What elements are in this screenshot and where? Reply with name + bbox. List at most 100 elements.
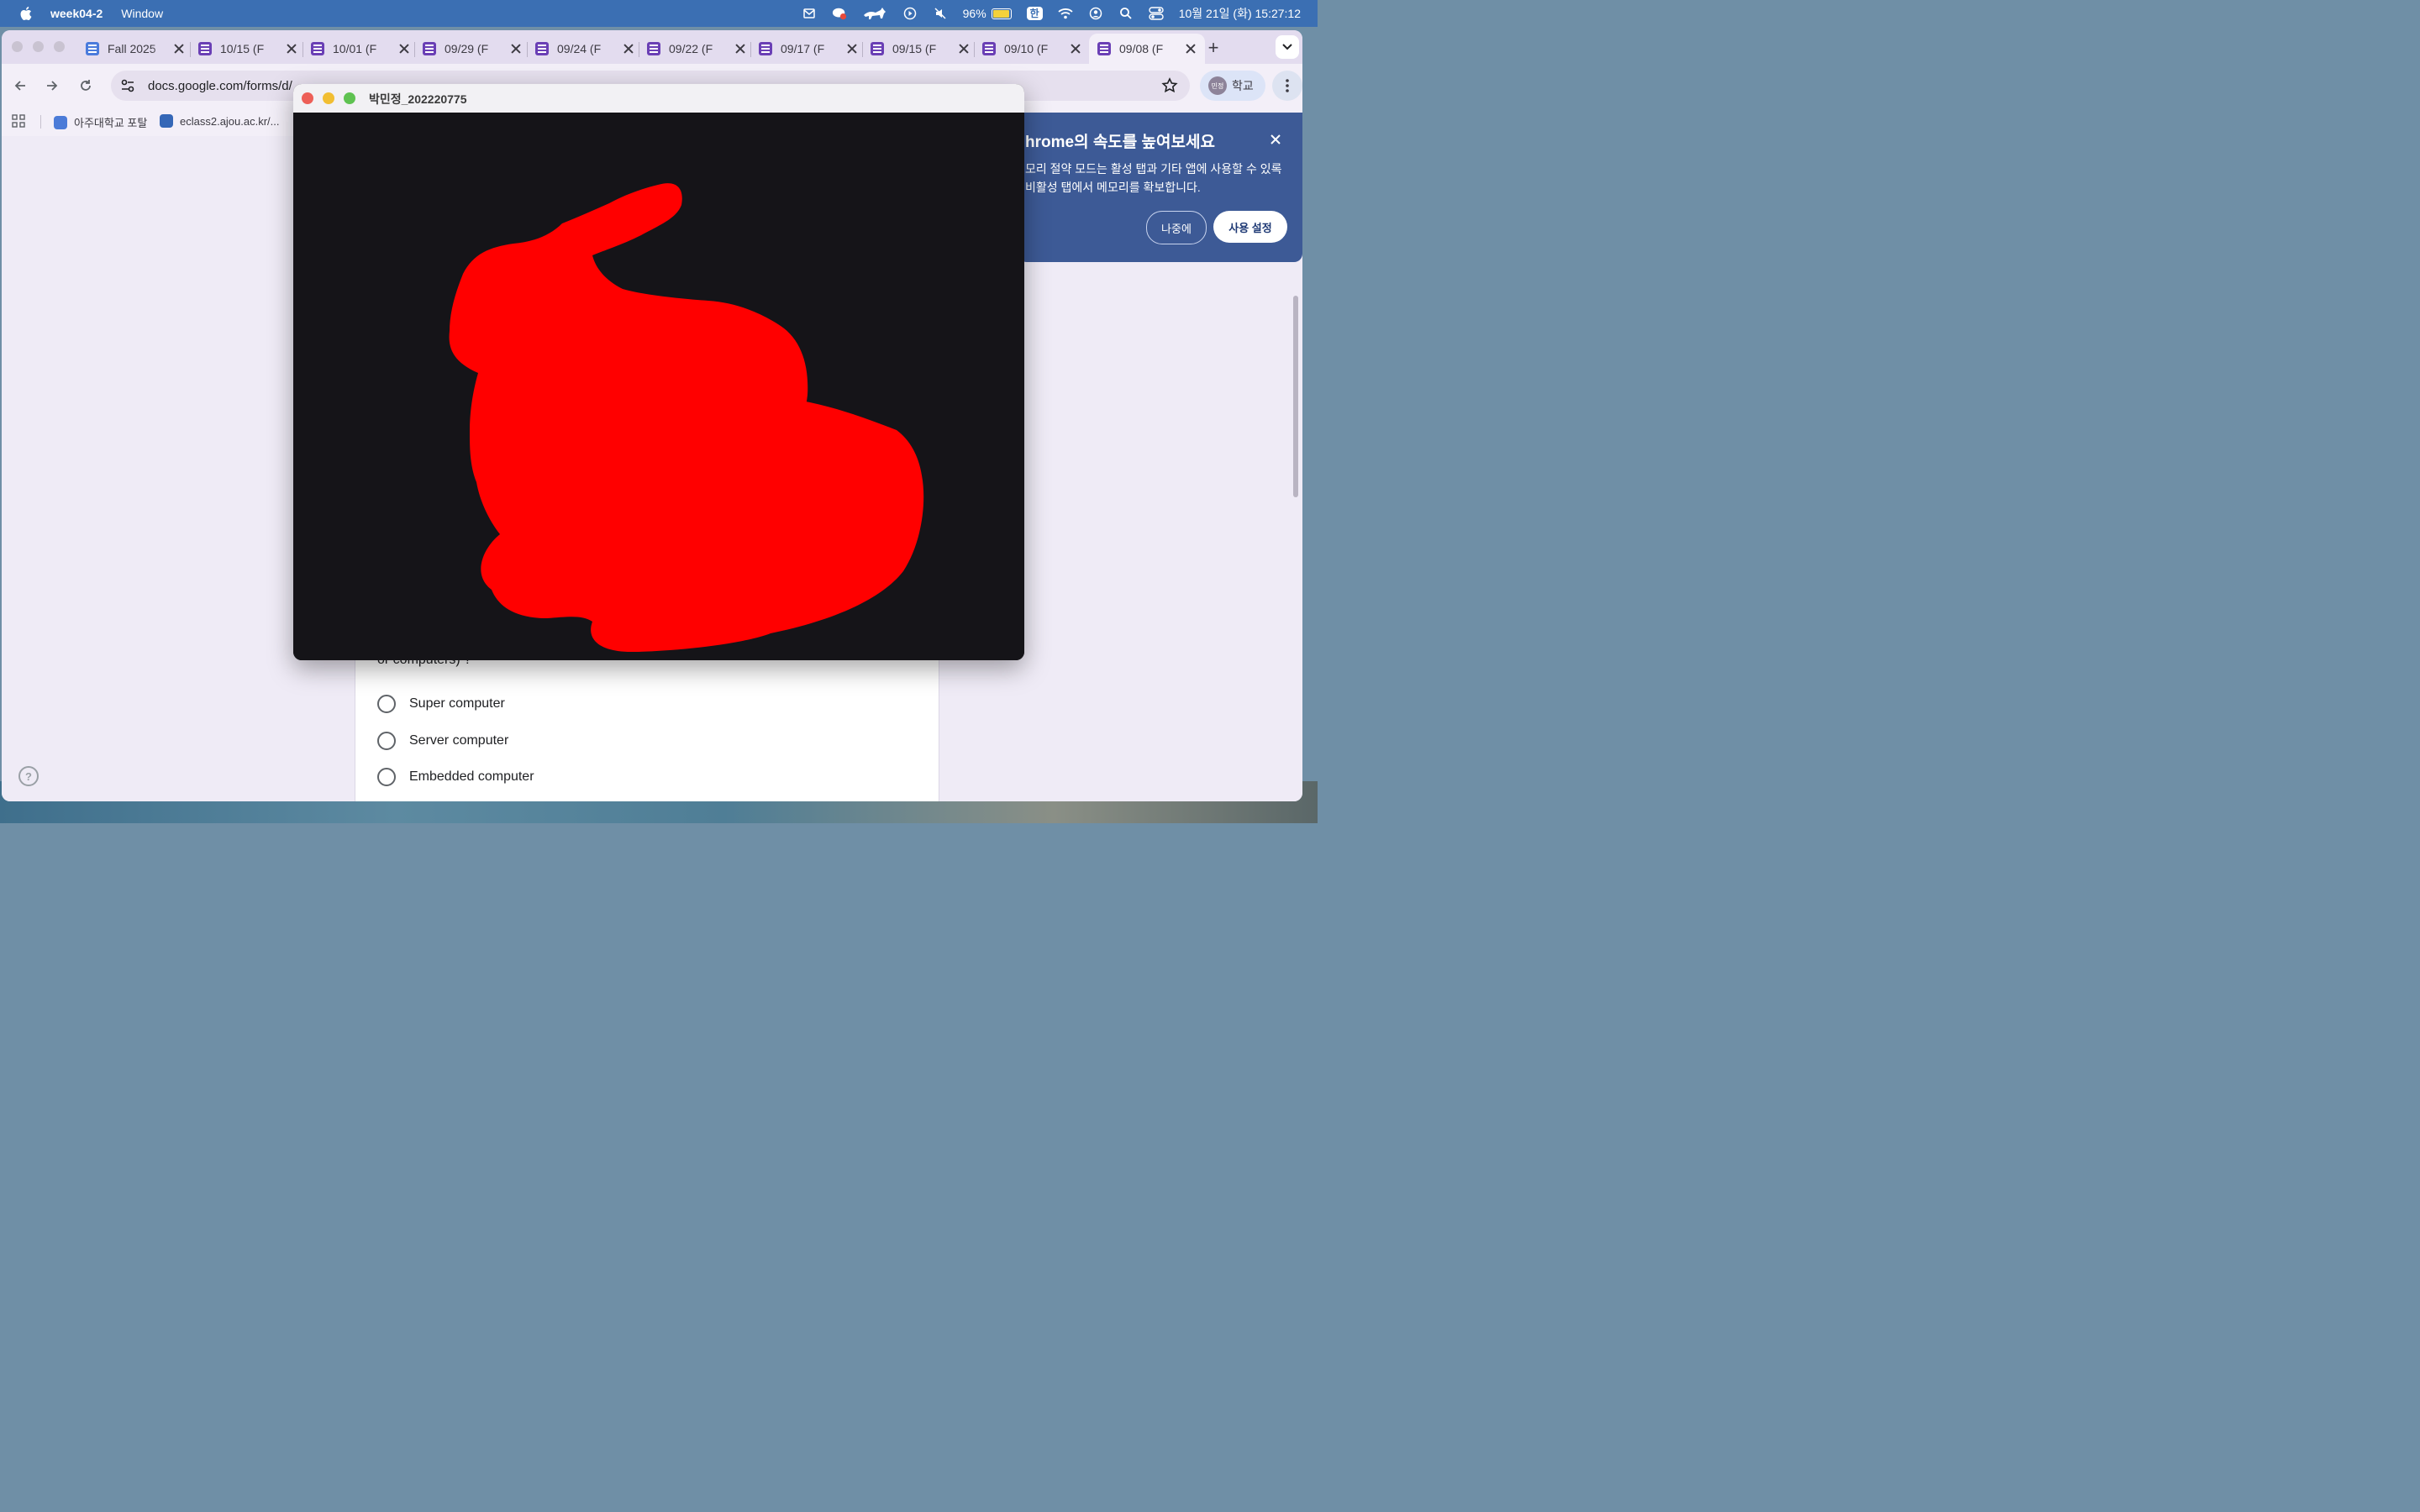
browser-tab[interactable]: 09/29 (F xyxy=(423,34,522,64)
browser-tab[interactable]: Fall 2025 xyxy=(86,34,185,64)
browser-tab[interactable]: 09/08 (F xyxy=(1089,34,1205,64)
stanford-bunny-shape xyxy=(449,183,924,653)
window-close-button[interactable] xyxy=(12,41,23,52)
tab-separator xyxy=(302,42,303,57)
window-zoom-button[interactable] xyxy=(54,41,65,52)
back-button[interactable] xyxy=(10,76,30,96)
new-tab-button[interactable]: + xyxy=(1203,37,1223,59)
tab-title: 09/08 (F xyxy=(1119,42,1164,55)
tab-title: 09/24 (F xyxy=(557,42,602,55)
tab-title: 09/17 (F xyxy=(781,42,825,55)
bookmark-star-icon[interactable] xyxy=(1161,77,1178,94)
render-window: 박민정_202220775 xyxy=(293,84,1024,660)
option-super-computer[interactable]: Super computer xyxy=(377,695,505,713)
forward-button[interactable] xyxy=(42,76,62,96)
tab-separator xyxy=(862,42,863,57)
enable-button[interactable]: 사용 설정 xyxy=(1213,211,1287,243)
ajou-icon xyxy=(54,115,67,129)
arrow-right-icon xyxy=(47,81,58,91)
tab-title: 09/10 (F xyxy=(1004,42,1049,55)
render-close-button[interactable] xyxy=(302,92,313,104)
status-area: 96% 한 10월 21일 (화) 15:27:12 xyxy=(802,0,1301,27)
apple-icon[interactable] xyxy=(18,6,32,21)
site-info-icon[interactable] xyxy=(119,77,136,94)
tab-close-icon[interactable] xyxy=(510,43,522,55)
promo-title: hrome의 속도를 높여보세요 xyxy=(1025,134,1215,151)
tab-title: 10/01 (F xyxy=(333,42,377,55)
profile-chip[interactable]: 민정 학교 xyxy=(1200,71,1265,101)
bookmark-label: eclass2.ajou.ac.kr/... xyxy=(180,114,280,128)
google-docs-icon xyxy=(86,42,99,55)
mail-icon[interactable] xyxy=(802,6,817,21)
browser-tab[interactable]: 10/15 (F xyxy=(198,34,297,64)
spotlight-search-icon[interactable] xyxy=(1118,6,1134,21)
tab-close-icon[interactable] xyxy=(286,43,297,55)
browser-tab[interactable]: 09/17 (F xyxy=(759,34,858,64)
chat-badge-icon[interactable] xyxy=(832,6,847,21)
reload-button[interactable] xyxy=(76,76,96,96)
tab-search-button[interactable] xyxy=(1276,35,1299,59)
tab-close-icon[interactable] xyxy=(1070,43,1081,55)
google-forms-icon xyxy=(1097,42,1111,55)
memory-saver-promo: hrome의 속도를 높여보세요 모리 절약 모드는 활성 탭과 기타 앱에 사… xyxy=(1018,113,1302,262)
window-menu[interactable]: Window xyxy=(121,7,163,20)
input-source-icon[interactable]: 한 xyxy=(1026,7,1043,20)
scrollbar-thumb[interactable] xyxy=(1293,296,1298,497)
tab-close-icon[interactable] xyxy=(958,43,970,55)
google-forms-icon xyxy=(647,42,660,55)
battery-fill xyxy=(992,9,1009,18)
close-icon[interactable] xyxy=(1269,133,1282,146)
radio-button[interactable] xyxy=(377,768,396,786)
url-text[interactable]: docs.google.com/forms/d/ xyxy=(148,79,292,93)
page-scrollbar[interactable] xyxy=(1291,296,1301,632)
menubar-clock[interactable]: 10월 21일 (화) 15:27:12 xyxy=(1179,5,1301,22)
tab-title: 09/22 (F xyxy=(669,42,713,55)
apps-grid-icon[interactable] xyxy=(12,114,25,128)
bookmark-label: 아주대학교 포탈 xyxy=(74,117,148,129)
render-zoom-button[interactable] xyxy=(344,92,355,104)
browser-tab[interactable]: 10/01 (F xyxy=(311,34,410,64)
browser-tab[interactable]: 09/15 (F xyxy=(871,34,970,64)
control-center-icon[interactable] xyxy=(1149,6,1164,21)
tab-title: 10/15 (F xyxy=(220,42,265,55)
cat-icon[interactable] xyxy=(862,6,887,21)
browser-tab[interactable]: 09/22 (F xyxy=(647,34,746,64)
profile-label: 학교 xyxy=(1232,79,1254,92)
tab-strip: Fall 2025 10/15 (F 10/01 (F 09/29 (F 09/24 (… xyxy=(2,30,1302,64)
battery-indicator[interactable]: 96% xyxy=(963,7,1012,20)
app-menu-name[interactable]: week04-2 xyxy=(50,7,103,20)
tab-close-icon[interactable] xyxy=(1185,43,1197,55)
mute-icon[interactable] xyxy=(933,6,948,21)
bookmark-ajou-portal[interactable]: 아주대학교 포탈 xyxy=(54,114,147,130)
tab-close-icon[interactable] xyxy=(846,43,858,55)
option-server-computer[interactable]: Server computer xyxy=(377,732,508,750)
tab-separator xyxy=(527,42,528,57)
tab-title: Fall 2025 xyxy=(108,42,156,55)
tab-separator xyxy=(750,42,751,57)
render-minimize-button[interactable] xyxy=(323,92,334,104)
chrome-menu-button[interactable] xyxy=(1272,71,1302,101)
user-circle-icon[interactable] xyxy=(1088,6,1103,21)
play-circle-icon[interactable] xyxy=(902,6,918,21)
promo-body: 모리 절약 모드는 활성 탭과 기타 앱에 사용할 수 있록 비활성 탭에서 메… xyxy=(1025,162,1282,194)
desktop: week04-2 Window 96% 한 10월 21일 (화) 15:27:… xyxy=(0,0,1318,823)
later-button[interactable]: 나중에 xyxy=(1146,211,1207,244)
arrow-left-icon xyxy=(14,81,25,91)
browser-tab[interactable]: 09/24 (F xyxy=(535,34,634,64)
browser-tab[interactable]: 09/10 (F xyxy=(982,34,1081,64)
render-window-titlebar[interactable]: 박민정_202220775 xyxy=(293,84,1024,113)
radio-button[interactable] xyxy=(377,732,396,750)
radio-button[interactable] xyxy=(377,695,396,713)
tab-close-icon[interactable] xyxy=(734,43,746,55)
help-icon[interactable]: ? xyxy=(18,766,39,786)
option-embedded-computer[interactable]: Embedded computer xyxy=(377,768,534,786)
google-forms-icon xyxy=(982,42,996,55)
wifi-icon[interactable] xyxy=(1058,6,1073,21)
tab-close-icon[interactable] xyxy=(173,43,185,55)
bookmark-eclass[interactable]: eclass2.ajou.ac.kr/... xyxy=(160,114,280,128)
tab-close-icon[interactable] xyxy=(623,43,634,55)
gl-canvas[interactable] xyxy=(293,113,1024,660)
window-minimize-button[interactable] xyxy=(33,41,44,52)
tab-close-icon[interactable] xyxy=(398,43,410,55)
google-forms-icon xyxy=(871,42,884,55)
